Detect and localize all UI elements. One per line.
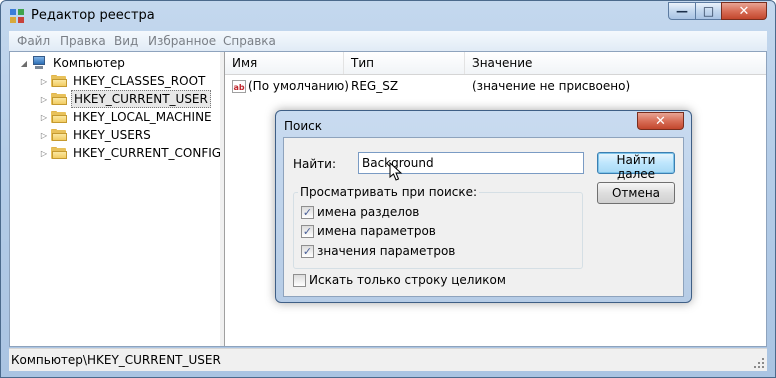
find-label: Найти:: [293, 157, 337, 171]
expand-arrow-icon[interactable]: ▷: [39, 131, 49, 140]
find-next-button[interactable]: Найти далее: [597, 152, 675, 181]
list-item[interactable]: ab (По умолчанию) REG_SZ (значение не при…: [225, 78, 766, 96]
option-values[interactable]: имена параметров: [301, 223, 436, 239]
expand-arrow-icon[interactable]: ▷: [39, 77, 49, 86]
dialog-title: Поиск: [284, 119, 323, 133]
cancel-button[interactable]: Отмена: [597, 182, 675, 204]
menu-file[interactable]: Файл: [17, 34, 50, 48]
folder-icon: [51, 93, 67, 105]
maximize-button[interactable]: □: [695, 2, 722, 20]
folder-icon: [51, 75, 67, 87]
tree-item-label: HKEY_CURRENT_USER: [71, 90, 211, 108]
search-options-label: Просматривать при поиске:: [298, 185, 480, 199]
expand-arrow-icon[interactable]: ▷: [39, 113, 49, 122]
dialog-body: Найти: Найти далее Отмена Просматривать …: [283, 137, 684, 297]
folder-icon: [51, 147, 67, 159]
folder-icon: [51, 111, 67, 123]
menu-help[interactable]: Справка: [223, 34, 276, 48]
column-header-type[interactable]: Тип: [344, 52, 465, 74]
title-bar[interactable]: Редактор реестра — □ ✕: [1, 1, 775, 31]
registry-tree[interactable]: ◢ Компьютер ▷ HKEY_CLASSES_ROOT ▷ HKEY_C…: [10, 52, 221, 346]
status-bar: Компьютер\HKEY_CURRENT_USER: [9, 348, 767, 371]
tree-item-computer[interactable]: ◢ Компьютер: [19, 54, 127, 72]
option-label: значения параметров: [317, 244, 456, 258]
value-data: (значение не присвоено): [472, 79, 631, 93]
computer-icon: [31, 56, 47, 70]
dialog-close-button[interactable]: ✕: [637, 112, 684, 130]
resize-grip-icon[interactable]: [753, 357, 765, 369]
menu-favorites[interactable]: Избранное: [148, 34, 216, 48]
tree-item-label: HKEY_CURRENT_CONFIG: [73, 146, 222, 160]
menu-view[interactable]: Вид: [114, 34, 138, 48]
column-header-name[interactable]: Имя: [225, 52, 344, 74]
find-dialog: Поиск ✕ Найти: Найти далее Отмена Просма…: [275, 110, 692, 303]
option-keys[interactable]: имена разделов: [301, 204, 419, 220]
tree-item-label: Компьютер: [53, 56, 125, 70]
registry-editor-icon: [10, 9, 24, 23]
checkbox-checked-icon[interactable]: [301, 205, 314, 219]
mouse-cursor-icon: [389, 162, 403, 181]
minimize-button[interactable]: —: [668, 2, 696, 20]
close-icon: ✕: [655, 113, 666, 129]
checkbox-unchecked-icon[interactable]: [293, 273, 306, 287]
collapse-arrow-icon[interactable]: ◢: [19, 59, 29, 68]
option-label: имена параметров: [317, 224, 436, 238]
window-title: Редактор реестра: [31, 8, 155, 23]
close-button[interactable]: ✕: [721, 2, 767, 20]
expand-arrow-icon[interactable]: ▷: [39, 95, 49, 104]
tree-item-hkcc[interactable]: ▷ HKEY_CURRENT_CONFIG: [39, 144, 223, 162]
tree-item-label: HKEY_USERS: [73, 128, 151, 142]
status-path: Компьютер\HKEY_CURRENT_USER: [11, 353, 221, 367]
tree-item-hkcu[interactable]: ▷ HKEY_CURRENT_USER: [39, 90, 211, 108]
tree-item-hklm[interactable]: ▷ HKEY_LOCAL_MACHINE: [39, 108, 214, 126]
close-icon: ✕: [738, 3, 750, 19]
maximize-icon: □: [702, 4, 715, 18]
column-header-value[interactable]: Значение: [465, 52, 766, 74]
tree-item-label: HKEY_CLASSES_ROOT: [73, 74, 206, 88]
checkbox-checked-icon[interactable]: [301, 244, 314, 258]
tree-item-label: HKEY_LOCAL_MACHINE: [73, 110, 212, 124]
folder-icon: [51, 129, 67, 141]
value-type: REG_SZ: [351, 79, 399, 93]
tree-item-hkcr[interactable]: ▷ HKEY_CLASSES_ROOT: [39, 72, 207, 90]
value-name-cell: ab (По умолчанию): [232, 79, 349, 93]
expand-arrow-icon[interactable]: ▷: [39, 149, 49, 158]
checkbox-checked-icon[interactable]: [301, 224, 314, 238]
option-label: Искать только строку целиком: [309, 273, 506, 287]
menu-edit[interactable]: Правка: [60, 34, 106, 48]
option-whole-string[interactable]: Искать только строку целиком: [293, 272, 506, 288]
option-data[interactable]: значения параметров: [301, 243, 455, 259]
option-label: имена разделов: [317, 205, 420, 219]
string-value-icon: ab: [232, 80, 246, 93]
list-header: Имя Тип Значение: [225, 52, 766, 75]
tree-item-hku[interactable]: ▷ HKEY_USERS: [39, 126, 153, 144]
menu-bar: Файл Правка Вид Избранное Справка: [9, 31, 767, 51]
value-name: (По умолчанию): [248, 79, 349, 93]
minimize-icon: —: [676, 4, 688, 18]
